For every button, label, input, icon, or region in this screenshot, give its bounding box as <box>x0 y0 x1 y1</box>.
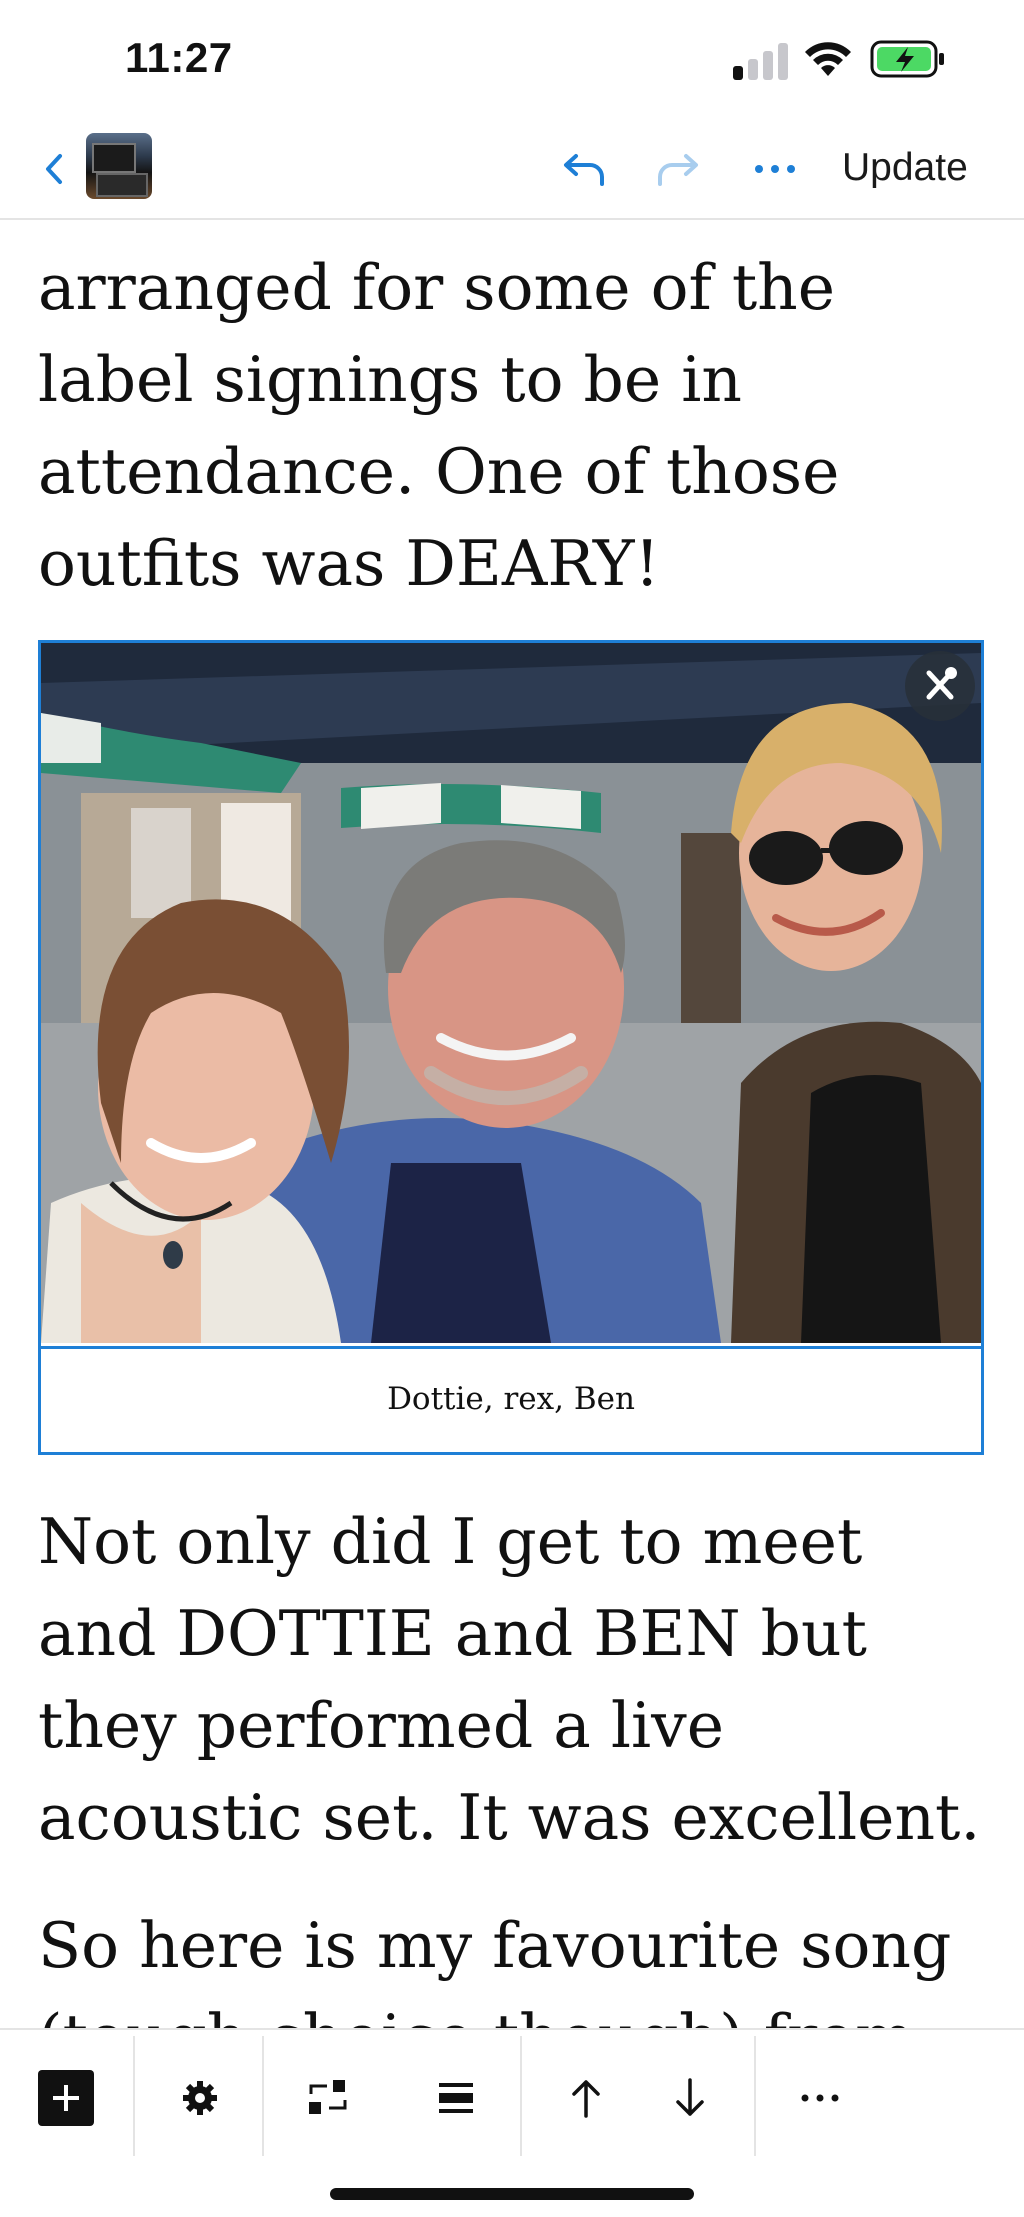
status-bar: 11:27 <box>0 0 1024 120</box>
divider <box>133 2036 135 2156</box>
image-caption[interactable]: Dottie, rex, Ben <box>41 1346 981 1452</box>
paragraph-block[interactable]: arranged for some of the label signings … <box>38 242 998 610</box>
add-block-button[interactable] <box>30 2046 102 2150</box>
block-toolbar <box>0 2028 1024 2217</box>
undo-icon[interactable] <box>560 146 608 192</box>
arrow-up-icon <box>572 2080 600 2118</box>
more-icon[interactable] <box>752 146 798 192</box>
more-options-button[interactable] <box>780 2046 860 2150</box>
editor-content: arranged for some of the label signings … <box>0 220 1024 2028</box>
divider <box>754 2036 756 2156</box>
image-settings-button[interactable] <box>905 651 975 721</box>
plus-icon <box>38 2070 94 2126</box>
transform-block-button[interactable] <box>288 2046 368 2150</box>
chevron-left-icon[interactable] <box>36 146 76 192</box>
wifi-icon <box>805 42 851 76</box>
divider <box>520 2036 522 2156</box>
tools-icon <box>926 667 957 700</box>
divider <box>262 2036 264 2156</box>
align-icon <box>439 2083 473 2113</box>
paragraph-block[interactable]: Not only did I get to meet and DOTTIE an… <box>38 1496 998 1864</box>
transform-icon <box>309 2080 347 2114</box>
update-button[interactable]: Update <box>842 142 968 194</box>
image-block[interactable]: Dottie, rex, Ben <box>38 640 984 1455</box>
redo-icon[interactable] <box>654 146 702 192</box>
status-time: 11:27 <box>125 34 233 81</box>
ellipsis-icon <box>801 2094 839 2102</box>
gear-icon <box>183 2081 217 2115</box>
home-indicator <box>330 2188 694 2200</box>
photo <box>41 643 981 1343</box>
cellular-signal-icon <box>733 42 791 80</box>
post-thumbnail[interactable] <box>86 133 152 199</box>
battery-charging-icon <box>870 40 944 78</box>
align-button[interactable] <box>416 2046 496 2150</box>
move-down-button[interactable] <box>650 2046 730 2150</box>
block-settings-button[interactable] <box>160 2046 240 2150</box>
paragraph-block[interactable]: So here is my favourite song (tough choi… <box>38 1900 998 2028</box>
move-up-button[interactable] <box>546 2046 626 2150</box>
arrow-down-icon <box>676 2078 704 2116</box>
editor-toolbar: Update <box>0 120 1024 220</box>
